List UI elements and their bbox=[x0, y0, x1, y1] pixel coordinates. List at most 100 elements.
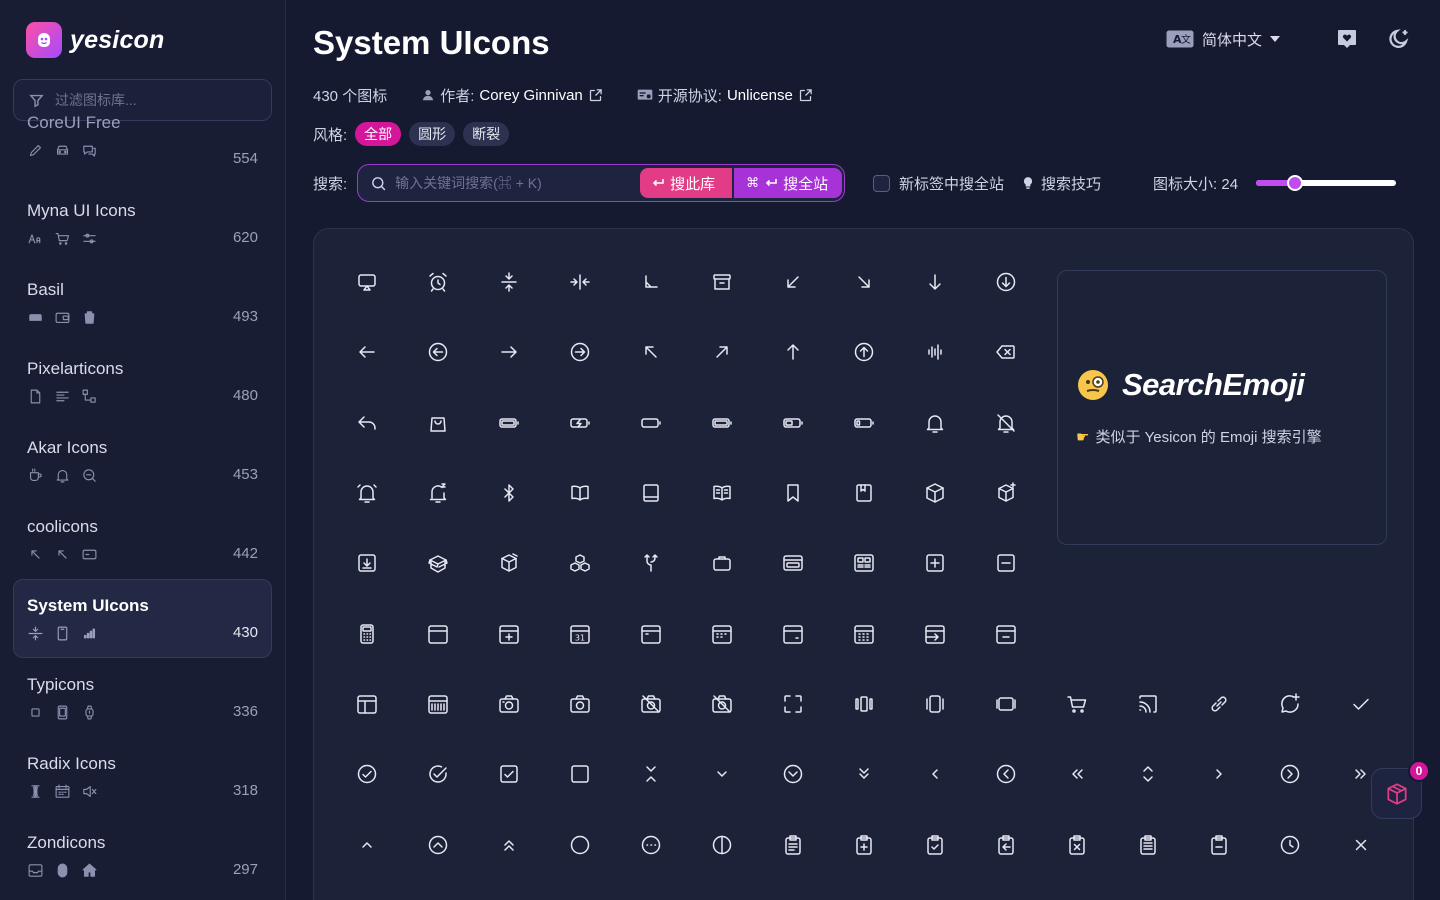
box-add-icon[interactable] bbox=[970, 458, 1041, 528]
box-icon[interactable] bbox=[899, 458, 970, 528]
chevron-left-circle-icon[interactable] bbox=[970, 739, 1041, 809]
book-closed-icon[interactable] bbox=[615, 458, 686, 528]
circle-menu-icon[interactable] bbox=[615, 809, 686, 879]
bell-ringing-icon[interactable] bbox=[331, 458, 402, 528]
button-add-icon[interactable] bbox=[899, 528, 970, 598]
clipboard-add-icon[interactable] bbox=[828, 809, 899, 879]
arrow-inside-horizontal-icon[interactable] bbox=[544, 247, 615, 317]
filter-input[interactable] bbox=[55, 92, 255, 108]
collection-item[interactable]: Zondicons 297 bbox=[13, 816, 272, 895]
check-circle-icon[interactable] bbox=[331, 739, 402, 809]
chat-add-icon[interactable] bbox=[1254, 669, 1325, 739]
clipboard-check-icon[interactable] bbox=[899, 809, 970, 879]
alarm-clock-icon[interactable] bbox=[402, 247, 473, 317]
chevron-close-icon[interactable] bbox=[615, 739, 686, 809]
chevron-down-double-icon[interactable] bbox=[828, 739, 899, 809]
battery-full-alt-icon[interactable] bbox=[686, 388, 757, 458]
chevron-left-double-icon[interactable] bbox=[1041, 739, 1112, 809]
camera-off-alt-icon[interactable] bbox=[686, 669, 757, 739]
archive-icon[interactable] bbox=[686, 247, 757, 317]
favorites-button[interactable] bbox=[1332, 24, 1362, 54]
chevron-up-circle-icon[interactable] bbox=[402, 809, 473, 879]
airplay-icon[interactable] bbox=[331, 247, 402, 317]
calendar-date-icon[interactable]: 31 bbox=[544, 598, 615, 668]
collection-item[interactable]: Myna UI Icons 620 bbox=[13, 184, 272, 263]
bookmark-icon[interactable] bbox=[757, 458, 828, 528]
chevron-right-circle-icon[interactable] bbox=[1254, 739, 1325, 809]
arrow-left-circle-icon[interactable] bbox=[402, 317, 473, 387]
camera-icon[interactable] bbox=[473, 669, 544, 739]
branch-icon[interactable] bbox=[615, 528, 686, 598]
search-field[interactable]: 搜此库 ⌘ 搜全站 bbox=[357, 164, 846, 202]
browser-icon[interactable] bbox=[757, 528, 828, 598]
bag-icon[interactable] bbox=[402, 388, 473, 458]
arrow-inside-vertical-icon[interactable] bbox=[473, 247, 544, 317]
circle-icon[interactable] bbox=[544, 809, 615, 879]
close-icon[interactable] bbox=[1325, 809, 1396, 879]
author-link[interactable]: Corey Ginnivan bbox=[479, 87, 582, 104]
battery-full-icon[interactable] bbox=[473, 388, 544, 458]
calendar-add-icon[interactable] bbox=[473, 598, 544, 668]
chevron-up-icon[interactable] bbox=[331, 809, 402, 879]
clipboard-remove-icon[interactable] bbox=[1183, 809, 1254, 879]
arrow-up-left-icon[interactable] bbox=[615, 317, 686, 387]
external-link-icon[interactable] bbox=[588, 88, 603, 103]
bell-snooze-icon[interactable] bbox=[402, 458, 473, 528]
new-tab-checkbox[interactable] bbox=[873, 174, 890, 192]
search-tips-link[interactable]: 搜索技巧 bbox=[1021, 173, 1101, 194]
chevron-right-icon[interactable] bbox=[1183, 739, 1254, 809]
boxes-icon[interactable] bbox=[544, 528, 615, 598]
clipboard-notes-icon[interactable] bbox=[757, 809, 828, 879]
calculator-icon[interactable] bbox=[331, 598, 402, 668]
style-chip-round[interactable]: 圆形 bbox=[409, 122, 456, 146]
bluetooth-icon[interactable] bbox=[473, 458, 544, 528]
collection-item[interactable]: Typicons 336 bbox=[13, 658, 272, 737]
battery-low-icon[interactable] bbox=[828, 388, 899, 458]
arrow-bottom-left-corner-icon[interactable] bbox=[615, 247, 686, 317]
arrow-down-icon[interactable] bbox=[899, 247, 970, 317]
chevron-down-circle-icon[interactable] bbox=[757, 739, 828, 809]
briefcase-icon[interactable] bbox=[686, 528, 757, 598]
cart-icon[interactable] bbox=[1041, 669, 1112, 739]
theme-toggle-button[interactable] bbox=[1384, 24, 1414, 54]
bell-icon[interactable] bbox=[899, 388, 970, 458]
collection-item[interactable]: coolicons 442 bbox=[13, 500, 272, 579]
calendar-icon[interactable] bbox=[402, 598, 473, 668]
carousel-alt-icon[interactable] bbox=[899, 669, 970, 739]
audio-wave-icon[interactable] bbox=[899, 317, 970, 387]
arrow-right-circle-icon[interactable] bbox=[544, 317, 615, 387]
arrow-up-circle-icon[interactable] bbox=[828, 317, 899, 387]
new-tab-label[interactable]: 新标签中搜全站 bbox=[899, 173, 1004, 194]
icon-size-slider[interactable] bbox=[1256, 172, 1397, 194]
backspace-icon[interactable] bbox=[970, 317, 1041, 387]
collection-item[interactable]: Akar Icons 453 bbox=[13, 421, 272, 500]
calendar-split-icon[interactable] bbox=[331, 669, 402, 739]
arrow-down-left-icon[interactable] bbox=[757, 247, 828, 317]
language-switcher[interactable]: A文 简体中文 bbox=[1166, 29, 1280, 50]
cast-icon[interactable] bbox=[1112, 669, 1183, 739]
check-icon[interactable] bbox=[1325, 669, 1396, 739]
clipboard-cross-icon[interactable] bbox=[1041, 809, 1112, 879]
camera-off-icon[interactable] bbox=[615, 669, 686, 739]
circle-split-icon[interactable] bbox=[686, 809, 757, 879]
calendar-days-icon[interactable] bbox=[686, 598, 757, 668]
calendar-day-icon[interactable] bbox=[615, 598, 686, 668]
box-edit-icon[interactable] bbox=[473, 528, 544, 598]
capture-icon[interactable] bbox=[757, 669, 828, 739]
calendar-remove-icon[interactable] bbox=[970, 598, 1041, 668]
style-chip-all[interactable]: 全部 bbox=[355, 122, 402, 146]
clock-icon[interactable] bbox=[1254, 809, 1325, 879]
brand[interactable]: yesicon bbox=[26, 22, 165, 58]
style-chip-broken[interactable]: 断裂 bbox=[463, 122, 510, 146]
collection-item[interactable]: CoreUI Free 554 bbox=[13, 113, 272, 184]
chevron-open-icon[interactable] bbox=[1112, 739, 1183, 809]
browser-alt-icon[interactable] bbox=[828, 528, 899, 598]
collection-item[interactable]: Radix Icons 318 bbox=[13, 737, 272, 816]
button-minus-icon[interactable] bbox=[970, 528, 1041, 598]
checkbox-icon[interactable] bbox=[473, 739, 544, 809]
chain-icon[interactable] bbox=[1183, 669, 1254, 739]
clipboard-copy-icon[interactable] bbox=[970, 809, 1041, 879]
bell-off-icon[interactable] bbox=[970, 388, 1041, 458]
collection-item[interactable]: Basil 493 bbox=[13, 263, 272, 342]
collection-item[interactable]: Pixelarticons 480 bbox=[13, 342, 272, 421]
